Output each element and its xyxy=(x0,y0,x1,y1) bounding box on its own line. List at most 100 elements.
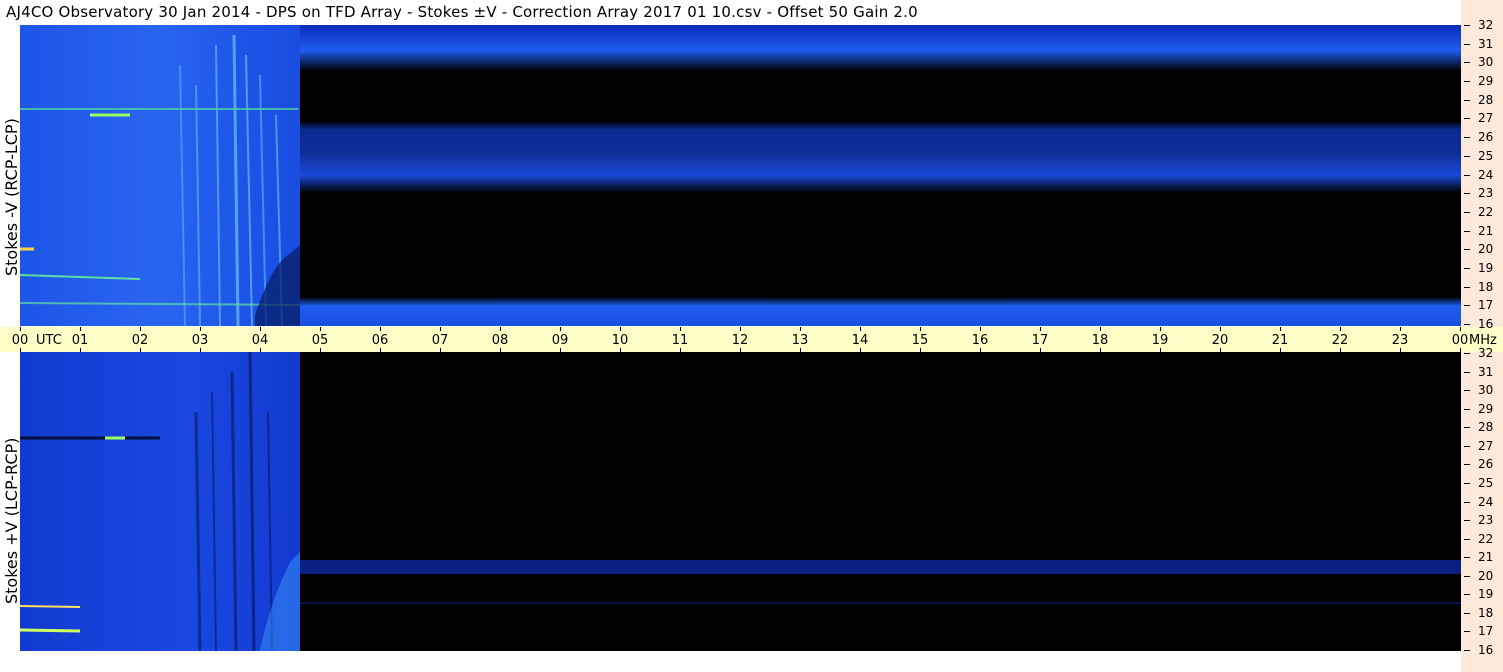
frequency-tick-label: 16 xyxy=(1478,643,1494,657)
frequency-tick-mark xyxy=(1464,390,1470,392)
time-tick-label: 11 xyxy=(671,333,689,348)
time-tick-label: 02 xyxy=(131,333,149,348)
time-tick-label: 20 xyxy=(1211,333,1229,348)
frequency-tick-mark xyxy=(1464,99,1470,101)
frequency-tick-mark xyxy=(1464,464,1470,466)
time-tick-label: 05 xyxy=(311,333,329,348)
time-tick-label: 23 xyxy=(1391,333,1409,348)
frequency-tick-mark xyxy=(1464,557,1470,559)
time-tick-mark xyxy=(140,327,141,331)
time-tick-label: 21 xyxy=(1271,333,1289,348)
frequency-tick-label: 32 xyxy=(1478,18,1494,32)
frequency-tick-mark xyxy=(1464,43,1470,45)
time-tick-label: 06 xyxy=(371,333,389,348)
frequency-tick-label: 17 xyxy=(1478,298,1494,313)
frequency-tick-label: 25 xyxy=(1478,148,1494,163)
frequency-tick-mark xyxy=(1464,137,1470,139)
frequency-tick-mark xyxy=(1464,249,1470,251)
frequency-tick-label: 19 xyxy=(1478,587,1494,602)
time-tick-mark xyxy=(1400,327,1401,331)
frequency-tick-label: 31 xyxy=(1478,364,1494,379)
frequency-tick-label: 17 xyxy=(1478,624,1494,639)
frequency-tick-label: 19 xyxy=(1478,260,1494,275)
top-spectrogram-image xyxy=(20,25,1461,326)
time-tick-mark xyxy=(1340,327,1341,331)
frequency-tick-label: 25 xyxy=(1478,475,1494,490)
top-spectrogram xyxy=(20,25,1461,326)
time-axis-unit: UTC xyxy=(36,333,62,348)
time-tick-mark xyxy=(1100,327,1101,331)
frequency-tick-label: 30 xyxy=(1478,55,1494,70)
frequency-tick-mark xyxy=(1464,62,1470,64)
frequency-tick-label: 23 xyxy=(1478,513,1494,528)
frequency-tick-mark xyxy=(1464,445,1470,447)
frequency-tick-mark xyxy=(1464,575,1470,577)
frequency-tick-label: 26 xyxy=(1478,457,1494,472)
time-tick-mark xyxy=(20,327,21,331)
frequency-tick-mark xyxy=(1464,408,1470,410)
frequency-tick-label: 18 xyxy=(1478,605,1494,620)
frequency-tick-label: 20 xyxy=(1478,242,1494,257)
time-tick-mark xyxy=(1280,327,1281,331)
time-tick-mark xyxy=(860,327,861,331)
time-tick-label: 14 xyxy=(851,333,869,348)
frequency-tick-label: 29 xyxy=(1478,74,1494,89)
frequency-tick-label: 22 xyxy=(1478,204,1494,219)
time-tick-label: 04 xyxy=(251,333,269,348)
time-tick-mark xyxy=(1220,327,1221,331)
time-tick-mark xyxy=(980,327,981,331)
frequency-tick-label: 28 xyxy=(1478,92,1494,107)
time-tick-mark xyxy=(1160,327,1161,331)
time-tick-label: 10 xyxy=(611,333,629,348)
frequency-tick-label: 31 xyxy=(1478,36,1494,51)
frequency-tick-label: 30 xyxy=(1478,383,1494,398)
frequency-tick-mark xyxy=(1464,353,1470,354)
frequency-tick-label: 32 xyxy=(1478,346,1494,360)
time-tick-label: 09 xyxy=(551,333,569,348)
time-tick-label: 13 xyxy=(791,333,809,348)
frequency-tick-mark xyxy=(1464,612,1470,614)
time-tick-label: 03 xyxy=(191,333,209,348)
frequency-tick-label: 28 xyxy=(1478,420,1494,435)
frequency-tick-label: 24 xyxy=(1478,494,1494,509)
frequency-tick-label: 22 xyxy=(1478,531,1494,546)
frequency-tick-mark xyxy=(1464,286,1470,288)
time-tick-mark xyxy=(320,327,321,331)
frequency-tick-mark xyxy=(1464,305,1470,307)
frequency-tick-label: 23 xyxy=(1478,186,1494,201)
top-panel-label: Stokes -V (RCP-LCP) xyxy=(2,118,21,276)
time-tick-mark xyxy=(560,327,561,331)
time-tick-mark xyxy=(680,327,681,331)
time-tick-mark xyxy=(920,327,921,331)
frequency-tick-mark xyxy=(1464,482,1470,484)
frequency-tick-mark xyxy=(1464,538,1470,540)
frequency-tick-mark xyxy=(1464,520,1470,522)
time-tick-label: 16 xyxy=(971,333,989,348)
frequency-tick-mark xyxy=(1464,631,1470,633)
time-tick-label: 17 xyxy=(1031,333,1049,348)
time-tick-mark xyxy=(80,327,81,331)
frequency-tick-mark xyxy=(1464,211,1470,213)
time-tick-label: 00 xyxy=(11,333,29,348)
bottom-spectrogram-image xyxy=(20,352,1461,651)
time-tick-mark xyxy=(740,327,741,331)
time-tick-mark xyxy=(200,327,201,331)
time-tick-label: 12 xyxy=(731,333,749,348)
frequency-tick-label: 27 xyxy=(1478,438,1494,453)
frequency-tick-mark xyxy=(1464,155,1470,157)
time-tick-mark xyxy=(500,327,501,331)
spectrogram-window: AJ4CO Observatory 30 Jan 2014 - DPS on T… xyxy=(0,0,1503,672)
frequency-tick-label: 26 xyxy=(1478,130,1494,145)
time-tick-label: 18 xyxy=(1091,333,1109,348)
bottom-panel-label: Stokes +V (LCP-RCP) xyxy=(2,437,21,604)
time-tick-label: 01 xyxy=(71,333,89,348)
frequency-tick-mark xyxy=(1464,594,1470,596)
frequency-tick-mark xyxy=(1464,371,1470,373)
time-tick-label: 15 xyxy=(911,333,929,348)
frequency-tick-label: 24 xyxy=(1478,167,1494,182)
frequency-tick-label: 29 xyxy=(1478,401,1494,416)
frequency-tick-label: 20 xyxy=(1478,568,1494,583)
frequency-tick-mark xyxy=(1464,650,1470,651)
frequency-tick-mark xyxy=(1464,267,1470,269)
frequency-tick-mark xyxy=(1464,174,1470,176)
